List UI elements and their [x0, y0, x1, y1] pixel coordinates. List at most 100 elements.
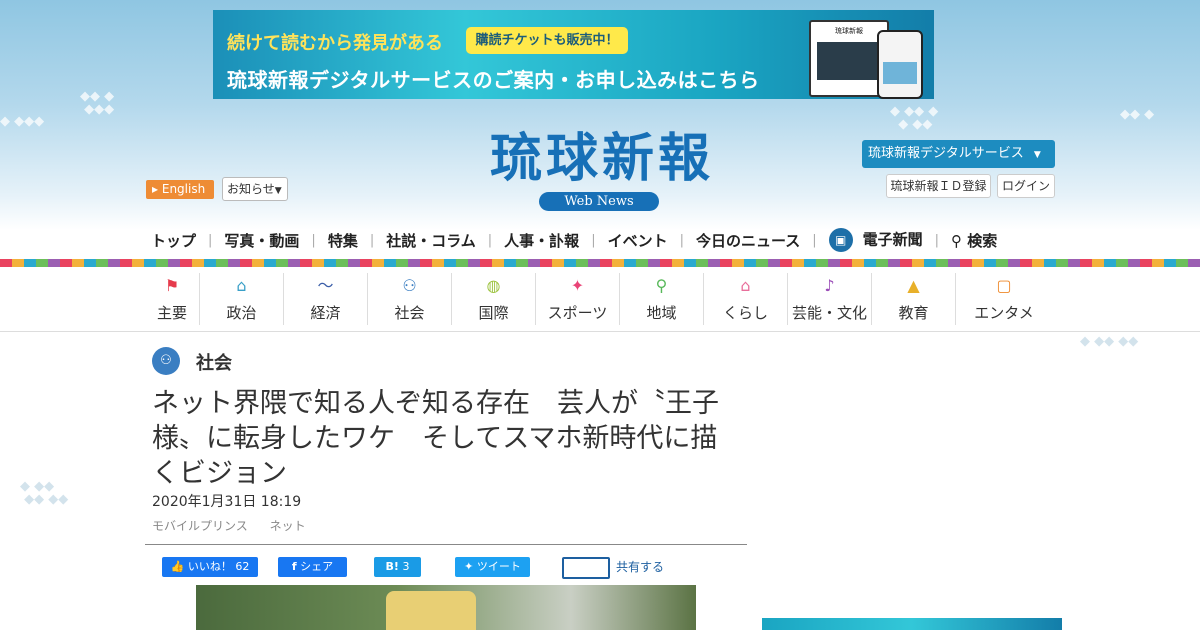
- nav-separator: |: [311, 232, 316, 248]
- nav-search-label: 検索: [967, 231, 998, 250]
- people-icon: ⚇: [152, 347, 180, 375]
- tag-link[interactable]: ネット: [270, 519, 306, 533]
- globe-icon: ◍: [486, 276, 501, 295]
- nav-separator: |: [591, 232, 596, 248]
- category-region[interactable]: ⚲ 地域: [620, 273, 704, 325]
- nav-personnel[interactable]: 人事・訃報: [498, 230, 585, 251]
- main-navigation: トップ | 写真・動画 | 特集 | 社説・コラム | 人事・訃報 | イベント…: [145, 226, 1055, 254]
- fish-school-decoration: ◆ ◆◆ ◆◆ ◆◆: [20, 479, 69, 507]
- banner-ticket-badge: 購読チケットも販売中！: [466, 27, 628, 54]
- digital-service-dropdown[interactable]: 琉球新報デジタルサービス ▼: [862, 140, 1055, 168]
- chevron-down-icon: ▼: [1033, 150, 1041, 160]
- category-main[interactable]: ⚑ 主要: [145, 273, 200, 325]
- category-label: 社会: [394, 304, 425, 322]
- article-photo: [196, 585, 696, 630]
- tag-link[interactable]: モバイルプリンス: [152, 519, 248, 533]
- category-sports[interactable]: ✦ スポーツ: [536, 273, 620, 325]
- house-icon: ⌂: [740, 276, 751, 295]
- nav-editorial[interactable]: 社説・コラム: [380, 230, 482, 251]
- article-headline: ネット界隈で知る人ぞ知る存在 芸人が〝王子様〟に転身したワケ そしてスマホ新時代…: [152, 388, 719, 489]
- digital-service-banner[interactable]: 続けて読むから発見がある 購読チケットも販売中！ 琉球新報デジタルサービスのご案…: [213, 10, 934, 99]
- category-label: 政治: [226, 304, 257, 322]
- hatena-bookmark-button[interactable]: B! 3: [374, 557, 421, 577]
- category-arts-culture[interactable]: ♪ 芸能・文化: [788, 273, 872, 325]
- like-count: 62: [235, 560, 250, 573]
- facebook-icon: f: [291, 560, 297, 573]
- flag-icon: ⚑: [164, 276, 180, 295]
- category-international[interactable]: ◍ 国際: [452, 273, 536, 325]
- facebook-share-button[interactable]: f シェア: [278, 557, 347, 577]
- people-icon: ⚇: [402, 276, 417, 295]
- english-button[interactable]: ▸ English: [146, 180, 214, 199]
- fish-school-decoration: ◆◆ ◆: [1120, 107, 1155, 122]
- facebook-like-button[interactable]: 👍 いいね！ 62: [162, 557, 258, 577]
- category-label: 国際: [478, 304, 509, 322]
- nav-feature[interactable]: 特集: [322, 230, 364, 251]
- twitter-bird-icon: ✦: [464, 560, 474, 573]
- nav-photo-video[interactable]: 写真・動画: [218, 230, 305, 251]
- runner-icon: ✦: [570, 276, 585, 295]
- id-register-button[interactable]: 琉球新報ＩＤ登録: [886, 174, 991, 198]
- notice-dropdown[interactable]: お知らせ▼: [222, 177, 288, 201]
- nav-top[interactable]: トップ: [145, 230, 202, 251]
- pin-icon: ⚲: [655, 276, 668, 295]
- category-label: 教育: [898, 304, 929, 322]
- fish-school-decoration: ◆ ◆◆ ◆◆: [1080, 334, 1139, 349]
- thumbs-up-icon: 👍: [170, 560, 185, 573]
- article-tags: モバイルプリンス ネット: [152, 517, 324, 534]
- category-economy[interactable]: 〜 経済: [284, 273, 368, 325]
- category-politics[interactable]: ⌂ 政治: [200, 273, 284, 325]
- section-label[interactable]: 社会: [196, 349, 232, 375]
- nav-separator: |: [369, 232, 375, 248]
- email-share-button[interactable]: 共有する: [562, 556, 665, 579]
- category-label: 芸能・文化: [791, 304, 867, 322]
- tweet-button[interactable]: ✦ ツイート: [455, 557, 530, 577]
- search-icon: ⚲: [951, 231, 963, 250]
- nav-e-newspaper[interactable]: ▣ 電子新聞: [823, 228, 929, 252]
- tv-icon: ▢: [996, 276, 1012, 295]
- category-navigation: ⚑ 主要 ⌂ 政治 〜 経済 ⚇ 社会 ◍ 国際 ✦ スポーツ ⚲ 地域 ⌂ く…: [145, 273, 1055, 325]
- e-newspaper-icon: ▣: [828, 228, 853, 252]
- decorative-pattern-strip: [0, 259, 1200, 267]
- notice-label: お知らせ: [227, 182, 275, 196]
- sanshin-icon: ♪: [824, 276, 835, 295]
- category-society[interactable]: ⚇ 社会: [368, 273, 452, 325]
- banner-catchphrase: 続けて読むから発見がある: [227, 33, 443, 54]
- category-label: エンタメ: [974, 304, 1034, 322]
- nav-e-newspaper-label: 電子新聞: [862, 230, 923, 249]
- site-logo[interactable]: 琉球新報: [452, 127, 752, 191]
- category-label: くらし: [722, 304, 768, 322]
- category-entertainment[interactable]: ▢ エンタメ: [956, 273, 1052, 325]
- fish-school-decoration: ◆ ◆◆ ◆ ◆ ◆◆: [890, 104, 939, 132]
- like-label: いいね！: [187, 560, 232, 573]
- fish-school-decoration: ◆◆ ◆ ◆◆◆: [80, 89, 115, 117]
- divider: [145, 544, 747, 545]
- hatena-count: 3: [402, 560, 410, 573]
- category-label: 地域: [646, 304, 677, 322]
- sidebar-banner[interactable]: [762, 618, 1062, 630]
- category-label: スポーツ: [547, 304, 608, 322]
- email-share-label: 共有する: [616, 560, 665, 574]
- nav-event[interactable]: イベント: [602, 230, 674, 251]
- site-logo-subtitle[interactable]: Web News: [539, 192, 659, 211]
- banner-main-text: 琉球新報デジタルサービスのご案内・お申し込みはこちら: [227, 68, 760, 92]
- facebook-share-label: シェア: [300, 560, 334, 573]
- envelope-icon: [562, 556, 610, 579]
- category-life[interactable]: ⌂ くらし: [704, 273, 788, 325]
- login-button[interactable]: ログイン: [997, 174, 1055, 198]
- category-education[interactable]: ▲ 教育: [872, 273, 956, 325]
- smartphone-illustration: [877, 30, 923, 99]
- nav-separator: |: [487, 232, 493, 248]
- crown-image: [386, 591, 476, 630]
- tweet-label: ツイート: [476, 560, 521, 573]
- nav-todays-news[interactable]: 今日のニュース: [690, 230, 806, 251]
- play-arrow-icon: ▸: [152, 182, 159, 196]
- category-label: 主要: [156, 304, 187, 322]
- nav-search[interactable]: ⚲ 検索: [945, 230, 1003, 251]
- digital-service-label: 琉球新報デジタルサービス: [868, 146, 1024, 161]
- device-title: 琉球新報: [835, 27, 863, 35]
- fish-school-decoration: ◆ ◆◆◆: [0, 114, 45, 129]
- nav-separator: |: [934, 232, 940, 248]
- nav-separator: |: [208, 232, 213, 248]
- nav-separator: |: [812, 232, 817, 248]
